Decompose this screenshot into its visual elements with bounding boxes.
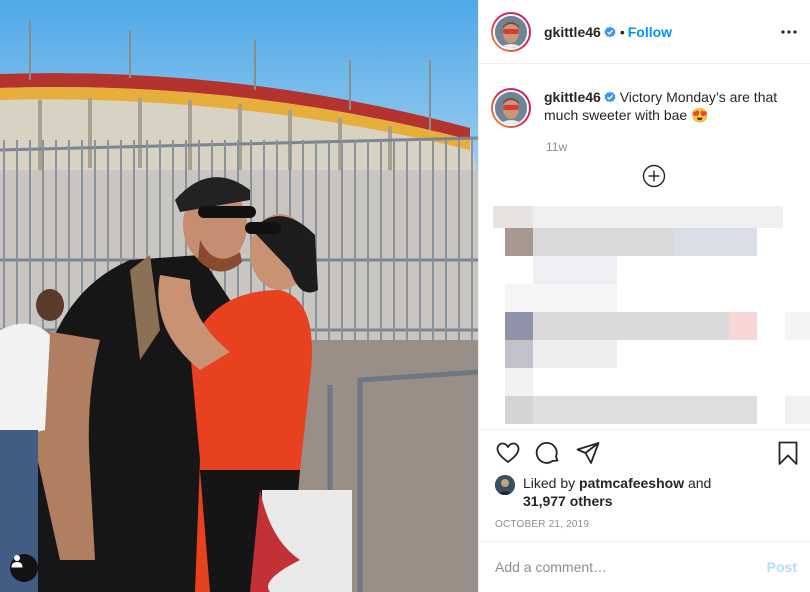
verified-badge-icon xyxy=(604,26,616,37)
blurred-comments xyxy=(479,204,810,429)
post-photo[interactable] xyxy=(0,0,478,592)
plus-circle-icon[interactable] xyxy=(642,164,666,188)
likes-summary: Liked by patmcafeeshow and 31,977 others xyxy=(495,474,711,510)
photo-scene xyxy=(0,0,478,592)
bookmark-icon[interactable] xyxy=(775,440,801,466)
user-tag-icon[interactable] xyxy=(10,554,38,582)
more-horizontal-icon[interactable] xyxy=(779,22,799,42)
liker-avatar[interactable] xyxy=(495,475,515,495)
heart-icon[interactable] xyxy=(495,440,521,466)
verified-badge-icon xyxy=(604,91,616,103)
share-icon[interactable] xyxy=(575,440,601,466)
liked-by-user[interactable]: patmcafeeshow xyxy=(579,475,684,491)
liked-by-and: and xyxy=(687,475,712,491)
caption: gkittle46 Victory Monday’s are that much… xyxy=(491,88,801,128)
likes-text: Liked by patmcafeeshow and 31,977 others xyxy=(523,474,711,510)
comments-area: gkittle46 Victory Monday’s are that much… xyxy=(479,64,810,429)
header-separator: • xyxy=(619,23,625,40)
comment-input[interactable] xyxy=(495,556,745,578)
caption-timestamp[interactable]: 11w xyxy=(546,140,567,154)
caption-username[interactable]: gkittle46 xyxy=(544,89,601,105)
caption-avatar[interactable] xyxy=(491,88,531,128)
liked-by-prefix: Liked by xyxy=(523,475,576,491)
post-date[interactable]: OCTOBER 21, 2019 xyxy=(495,519,589,530)
add-comment-bar: Post xyxy=(479,541,810,592)
post-side-panel: gkittle46 • Follow gkittle46 Victory Mon… xyxy=(478,0,810,592)
post-actions: Liked by patmcafeeshow and 31,977 others… xyxy=(479,429,810,541)
author-username[interactable]: gkittle46 xyxy=(544,24,616,40)
author-avatar[interactable] xyxy=(491,11,531,52)
follow-button[interactable]: Follow xyxy=(628,24,672,40)
comment-icon[interactable] xyxy=(535,440,561,466)
post-header: gkittle46 • Follow xyxy=(479,0,810,64)
post-comment-button[interactable]: Post xyxy=(767,559,797,575)
likes-count[interactable]: 31,977 others xyxy=(523,493,613,509)
caption-text-block: gkittle46 Victory Monday’s are that much… xyxy=(544,88,801,128)
